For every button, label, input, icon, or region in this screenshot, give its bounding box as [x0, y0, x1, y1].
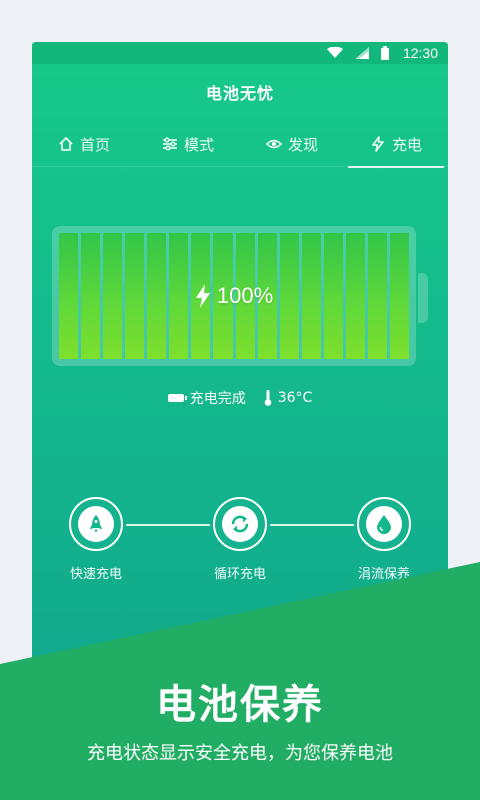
rocket-icon	[89, 515, 103, 533]
status-time: 12:30	[402, 45, 438, 61]
signal-icon	[354, 47, 369, 59]
charging-bolt-icon	[195, 284, 210, 308]
mode-icon-bg	[78, 506, 114, 542]
tab-bar: 首页 模式 发现 充电	[32, 122, 448, 168]
sliders-icon	[162, 137, 177, 151]
mode-cycle-charge[interactable]: 循环充电	[190, 494, 290, 582]
battery-full-icon	[167, 394, 187, 402]
temperature-text: 36°C	[277, 390, 313, 406]
battery-level-label: 100%	[59, 233, 409, 359]
promo-title: 电池保养	[156, 682, 324, 728]
tab-charge-label: 充电	[391, 135, 422, 154]
battery-inner: 100%	[59, 233, 409, 359]
home-icon	[59, 137, 73, 151]
battery-status-icon	[380, 46, 389, 60]
charge-status-text: 充电完成	[189, 391, 246, 407]
eye-icon	[265, 139, 282, 149]
cycle-icon	[231, 515, 249, 533]
battery-graphic: 100%	[52, 226, 416, 366]
thermometer-icon	[264, 390, 272, 406]
tab-mode-label: 模式	[183, 135, 214, 154]
wifi-icon	[326, 47, 343, 58]
tab-discover[interactable]: 发现	[240, 122, 344, 166]
battery-level-text: 100%	[216, 283, 274, 308]
temperature-status: 36°C	[264, 390, 313, 406]
bolt-icon	[372, 136, 384, 152]
promo-subtitle: 充电状态显示安全充电，为您保养电池	[87, 743, 393, 764]
app-title: 电池无忧	[205, 84, 274, 103]
mode-trickle-care-circle	[357, 497, 411, 551]
tab-mode[interactable]: 模式	[136, 122, 240, 166]
battery-cap	[418, 273, 428, 323]
tab-divider	[32, 166, 448, 167]
phone-screen: 12:30 电池无忧 首页 模式 发现 充电 100% 充电完成 36°C 快速…	[32, 42, 448, 682]
mode-cycle-charge-label: 循环充电	[213, 567, 266, 582]
mode-fast-charge[interactable]: 快速充电	[46, 494, 146, 582]
mode-fast-charge-label: 快速充电	[69, 567, 122, 582]
tab-home[interactable]: 首页	[32, 122, 136, 166]
status-icons: 12:30	[326, 44, 438, 62]
mode-icon-bg	[366, 506, 402, 542]
tab-charge[interactable]: 充电	[344, 122, 448, 168]
tab-home-label: 首页	[79, 135, 110, 154]
mode-icon-bg	[222, 506, 258, 542]
mode-cycle-charge-circle	[213, 497, 267, 551]
status-bar: 12:30	[32, 42, 448, 64]
charge-status-row: 充电完成 36°C	[32, 388, 448, 408]
drop-icon	[377, 515, 391, 534]
mode-trickle-care-label: 涓流保养	[357, 567, 410, 582]
tab-discover-label: 发现	[287, 135, 318, 154]
charge-complete-status: 充电完成	[167, 388, 246, 408]
mode-fast-charge-circle	[69, 497, 123, 551]
mode-trickle-care[interactable]: 涓流保养	[334, 494, 434, 582]
charge-modes: 快速充电 循环充电 涓流保养	[32, 494, 448, 594]
